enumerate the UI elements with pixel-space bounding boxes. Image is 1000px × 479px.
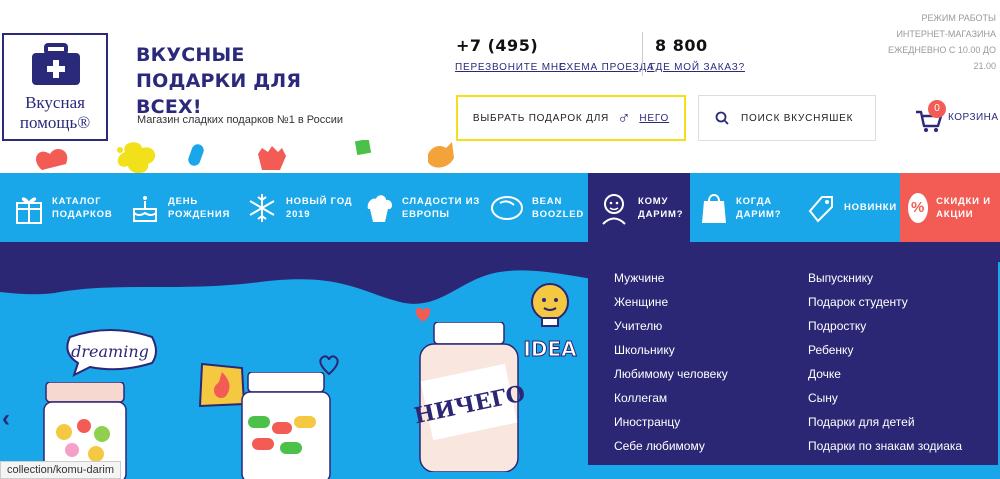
nav-item-sales[interactable]: % Скидки и акции <box>900 173 1000 242</box>
tag-icon <box>808 195 833 222</box>
nav-item-when-to-gift[interactable]: Когда дарим? <box>700 173 810 242</box>
dropdown-link[interactable]: Учителю <box>614 314 728 338</box>
gift-picker-label: Выбрать подарок для <box>472 112 610 124</box>
gift-icon <box>16 196 42 224</box>
dropdown-link[interactable]: Иностранцу <box>614 410 728 434</box>
first-aid-case-icon <box>32 43 80 85</box>
dropdown-link[interactable]: Дочке <box>808 362 962 386</box>
dropdown-link[interactable]: Себе любимому <box>614 434 728 458</box>
whom-to-gift-dropdown: Мужчине Женщине Учителю Школьнику Любимо… <box>588 242 998 465</box>
gift-picker-button[interactable]: Выбрать подарок для ♂ него <box>456 95 686 141</box>
header-divider <box>642 32 643 76</box>
phone-russia[interactable]: 8 800 <box>655 36 708 55</box>
idea-text: IDEA <box>523 337 577 361</box>
dropdown-link[interactable]: Подарки по знакам зодиака <box>808 434 962 458</box>
bean-icon <box>491 195 523 220</box>
nav-item-new-year[interactable]: Новый год 2019 <box>246 173 358 242</box>
nav-item-bean-boozled[interactable]: Bean Boozled <box>490 173 584 242</box>
phone-moscow[interactable]: +7 (495) <box>456 36 538 55</box>
browser-status-bar: collection/komu-darim <box>0 461 121 479</box>
logo[interactable]: Вкусная помощь® <box>2 33 108 141</box>
snowflake-icon <box>249 193 275 222</box>
dropdown-link[interactable]: Сыну <box>808 386 962 410</box>
tagline: ВКУСНЫЕ ПОДАРКИ ДЛЯ ВСЕХ! <box>136 44 302 118</box>
nav-label: Новинки <box>844 202 898 213</box>
dropdown-link[interactable]: Мужчине <box>614 266 728 290</box>
dropdown-link[interactable]: Женщине <box>614 290 728 314</box>
person-icon <box>602 193 626 225</box>
cake-icon <box>133 195 157 222</box>
cupcake-icon <box>367 194 393 222</box>
heart-icon <box>319 355 339 376</box>
cart-label: Корзина <box>948 112 999 123</box>
dropdown-link[interactable]: Коллегам <box>614 386 728 410</box>
nav-item-whom-to-gift[interactable]: Кому дарим? <box>588 173 690 242</box>
confetti-decoration <box>36 140 454 174</box>
nav-label: Когда дарим? <box>736 195 782 220</box>
banner-prev-arrow[interactable]: ‹ <box>2 405 10 433</box>
dropdown-link[interactable]: Подарки для детей <box>808 410 962 434</box>
candy-jar-2 <box>241 372 331 479</box>
nav-item-europe-sweets[interactable]: Сладости из Европы <box>364 173 484 242</box>
work-hours: Режим работы интернет-магазина ежедневно… <box>887 13 996 71</box>
dreaming-text: dreaming <box>71 342 149 361</box>
order-status-link[interactable]: Где мой заказ? <box>650 62 745 73</box>
dropdown-link[interactable]: Подростку <box>808 314 962 338</box>
dropdown-link[interactable]: Школьнику <box>614 338 728 362</box>
dropdown-link[interactable]: Любимому человеку <box>614 362 728 386</box>
male-symbol-icon: ♂ <box>617 107 632 128</box>
dropdown-link[interactable]: Выпускнику <box>808 266 962 290</box>
subtagline: Магазин сладких подарков №1 в России <box>137 114 344 126</box>
nav-label: Каталог подарков <box>52 195 113 220</box>
search-placeholder: Поиск вкусняшек <box>741 112 854 124</box>
search-input[interactable]: Поиск вкусняшек <box>698 95 876 141</box>
nav-label: Сладости из Европы <box>402 195 481 220</box>
nav-label: Новый год 2019 <box>286 195 353 220</box>
nav-item-birthday[interactable]: День рождения <box>130 173 240 242</box>
map-link[interactable]: Схема проезда <box>559 62 655 73</box>
search-icon <box>715 111 729 125</box>
dropdown-column-2: Выпускнику Подарок студенту Подростку Ре… <box>808 266 962 458</box>
candy-jar-3: НИЧЕГО <box>414 322 524 472</box>
cart-button[interactable]: 0 Корзина <box>914 100 1000 134</box>
dropdown-link[interactable]: Ребенку <box>808 338 962 362</box>
idea-lightbulb-sticker: IDEA <box>523 283 578 362</box>
nav-item-new-arrivals[interactable]: Новинки <box>806 173 900 242</box>
dropdown-column-1: Мужчине Женщине Учителю Школьнику Любимо… <box>614 266 728 458</box>
logo-text: Вкусная помощь® <box>19 93 91 132</box>
nav-label: Скидки и акции <box>936 195 991 220</box>
gift-bag-icon <box>702 193 726 223</box>
cart-count-badge: 0 <box>928 100 946 118</box>
nav-label: Bean Boozled <box>532 195 585 220</box>
gift-picker-target[interactable]: него <box>639 113 669 124</box>
callback-link[interactable]: Перезвоните мне <box>455 62 566 73</box>
nav-item-catalog[interactable]: Каталог подарков <box>14 173 124 242</box>
nav-label: День рождения <box>168 195 231 220</box>
dreaming-sticker: dreaming <box>66 329 157 377</box>
nav-label: Кому дарим? <box>638 195 684 220</box>
dropdown-link[interactable]: Подарок студенту <box>808 290 962 314</box>
percent-icon: % <box>908 192 929 223</box>
main-nav: Каталог подарков День рождения Новый год… <box>0 173 1000 242</box>
